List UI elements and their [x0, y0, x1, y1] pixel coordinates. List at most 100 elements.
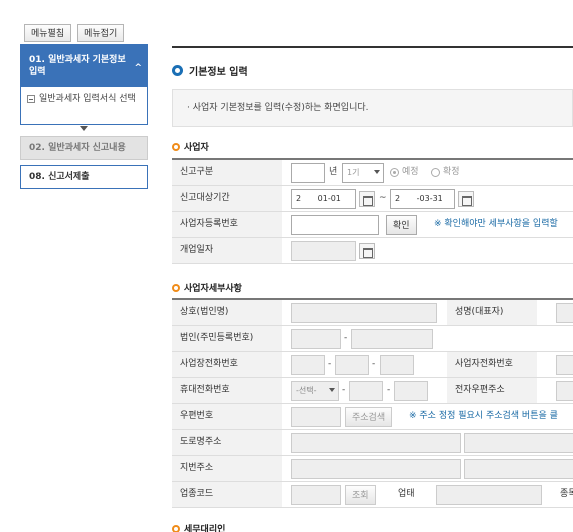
road-address-1-input[interactable] [291, 433, 461, 453]
row-biz-phone: 사업장전화번호 - - 사업자전화번호 [172, 352, 573, 378]
dash: - [372, 359, 376, 369]
sidebar-step-1-group: 01. 일반과세자 기본정보 입력 ^ 일반과세자 입력서식 선택 [20, 44, 148, 125]
section-business: 사업자 [172, 140, 209, 153]
row-open-date: 개업일자 [172, 238, 573, 264]
open-date-input[interactable] [291, 241, 356, 261]
calendar-icon[interactable] [359, 191, 375, 207]
page-title: 기본정보 입력 [172, 63, 248, 78]
dash: - [344, 333, 348, 343]
info-box: · 사업자 기본정보를 입력(수정)하는 화면입니다. [172, 89, 573, 127]
industry-code-label: 업종코드 [172, 482, 282, 507]
postal-input[interactable] [291, 407, 341, 427]
biz-phone-1-input[interactable] [291, 355, 325, 375]
title-bullet-icon [172, 65, 183, 76]
report-period-label: 신고대상기간 [172, 186, 282, 211]
company-input[interactable] [291, 303, 437, 323]
row-postal: 우편번호 주소검색 ※ 주소 정정 필요시 주소검색 버튼을 클 [172, 404, 573, 430]
radio-scheduled[interactable] [390, 168, 399, 177]
email-input[interactable] [556, 381, 573, 401]
section-agent-title: 세무대리인 [184, 525, 226, 532]
confirm-note: ※ 확인해야만 세부사항을 입력할 [434, 219, 558, 229]
mobile-3-input[interactable] [394, 381, 428, 401]
row-road-address: 도로명주소 [172, 430, 573, 456]
end-year: 2 [395, 194, 401, 203]
biz-phone2-input[interactable] [556, 355, 573, 375]
mobile-prefix-select[interactable]: -선택- [291, 381, 339, 401]
postal-label: 우편번호 [172, 404, 282, 429]
biz-phone-3-input[interactable] [380, 355, 414, 375]
section-bullet-icon [172, 283, 180, 292]
sidebar-sub-item-form-select[interactable]: 일반과세자 입력서식 선택 [21, 87, 147, 124]
section-tax-agent: 세무대리인 [172, 522, 225, 532]
radio-scheduled-label: 예정 [402, 167, 419, 177]
lookup-button[interactable]: 조회 [345, 485, 376, 505]
reg-number-label: 사업자등록번호 [172, 212, 282, 237]
row-industry: 업종코드 조회 업태 종목 [172, 482, 573, 508]
page-title-text: 기본정보 입력 [189, 67, 248, 78]
row-report-type: 신고구분 년 1기 예정 확정 [172, 160, 573, 186]
radio-final[interactable] [431, 168, 440, 177]
year-input[interactable] [291, 163, 325, 183]
radio-final-label: 확정 [443, 167, 460, 177]
mobile-2-input[interactable] [349, 381, 383, 401]
mobile-label: 휴대전화번호 [172, 378, 282, 403]
section-bullet-icon [172, 142, 180, 151]
confirm-button[interactable]: 확인 [386, 215, 417, 235]
start-year: 2 [296, 194, 302, 203]
period-tilde: ~ [379, 193, 387, 203]
reg-number-input[interactable] [291, 215, 379, 235]
dash: - [328, 359, 332, 369]
company-label: 상호(법인명) [172, 300, 282, 325]
lot-address-1-input[interactable] [291, 459, 461, 479]
row-mobile: 휴대전화번호 -선택- - - 전자우편주소 [172, 378, 573, 404]
sidebar-step-basic-info[interactable]: 01. 일반과세자 기본정보 입력 ^ [21, 45, 147, 87]
corp-number-2-input[interactable] [351, 329, 433, 349]
section-business-detail: 사업자세부사항 [172, 281, 242, 294]
section-bullet-icon [172, 524, 180, 532]
start-date-input[interactable]: 2 01-01 [291, 189, 356, 209]
address-search-button[interactable]: 주소검색 [345, 407, 393, 427]
minus-box-icon [27, 95, 35, 103]
start-date: 01-01 [317, 194, 341, 203]
business-type-label: 업태 [390, 482, 436, 507]
sidebar-step-submit[interactable]: 08. 신고서제출 [20, 165, 148, 189]
biz-phone-2-input[interactable] [335, 355, 369, 375]
detail-form: 상호(법인명) 성명(대표자) 법인(주민등록번호) - 사업장전화번호 - -… [172, 298, 573, 508]
sidebar-sub-item-label: 일반과세자 입력서식 선택 [39, 94, 136, 104]
end-date-input[interactable]: 2 -03-31 [390, 189, 455, 209]
email-label: 전자우편주소 [447, 378, 537, 403]
caret-up-icon[interactable]: ^ [134, 62, 142, 74]
ceo-input[interactable] [556, 303, 573, 323]
chevron-down-icon [374, 170, 380, 174]
collapse-menu-button[interactable]: 메뉴접기 [77, 24, 125, 42]
year-suffix: 년 [329, 167, 338, 177]
mobile-select-value: -선택- [296, 386, 317, 395]
step-arrow-icon [80, 126, 88, 131]
dash: - [342, 385, 346, 395]
chevron-down-icon [329, 388, 335, 392]
corp-number-1-input[interactable] [291, 329, 341, 349]
period-select-value: 1기 [347, 168, 360, 177]
business-type-input[interactable] [436, 485, 542, 505]
row-reg-number: 사업자등록번호 확인 ※ 확인해야만 세부사항을 입력할 [172, 212, 573, 238]
calendar-icon[interactable] [458, 191, 474, 207]
address-note: ※ 주소 정정 필요시 주소검색 버튼을 클 [409, 411, 558, 421]
sidebar-step-label: 01. 일반과세자 기본정보 입력 [29, 55, 126, 77]
open-date-label: 개업일자 [172, 238, 282, 263]
row-lot-address: 지번주소 [172, 456, 573, 482]
corp-number-label: 법인(주민등록번호) [172, 326, 282, 351]
road-address-2-input[interactable] [464, 433, 573, 453]
report-type-label: 신고구분 [172, 160, 282, 185]
lot-address-2-input[interactable] [464, 459, 573, 479]
expand-menu-button[interactable]: 메뉴펼침 [24, 24, 72, 42]
sidebar-step-report-content[interactable]: 02. 일반과세자 신고내용 [20, 136, 148, 160]
end-date: -03-31 [416, 194, 443, 203]
row-company: 상호(법인명) 성명(대표자) [172, 300, 573, 326]
ceo-label: 성명(대표자) [447, 300, 537, 325]
industry-code-input[interactable] [291, 485, 341, 505]
biz-phone-label: 사업장전화번호 [172, 352, 282, 377]
lot-address-label: 지번주소 [172, 456, 282, 481]
period-select[interactable]: 1기 [342, 163, 384, 183]
biz-phone2-label: 사업자전화번호 [447, 352, 537, 377]
calendar-icon[interactable] [359, 243, 375, 259]
